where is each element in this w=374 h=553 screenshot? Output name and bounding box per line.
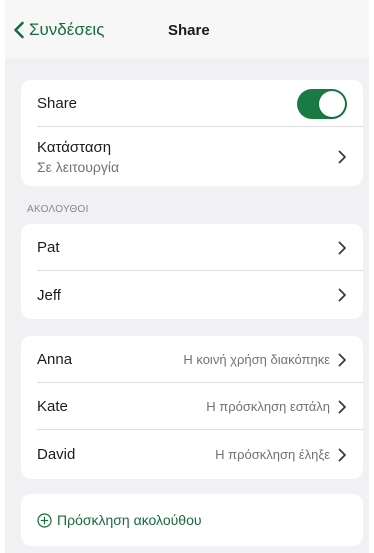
share-toggle[interactable] bbox=[297, 88, 347, 119]
invite-follower-button[interactable]: Πρόσκληση ακολούθου bbox=[37, 512, 202, 528]
follower-row[interactable]: Pat bbox=[21, 224, 363, 271]
status-value: Σε λειτουργία bbox=[37, 158, 120, 175]
invite-row[interactable]: Kate Η πρόσκληση εστάλη bbox=[21, 383, 363, 430]
invitee-name: Anna bbox=[37, 351, 73, 368]
page-title: Share bbox=[168, 22, 210, 39]
status-label: Κατάσταση bbox=[37, 138, 112, 156]
invite-status: Η κοινή χρήση διακόπηκε bbox=[183, 352, 330, 367]
invitee-name: David bbox=[37, 446, 76, 463]
invite-status: Η πρόσκληση εστάλη bbox=[206, 399, 330, 414]
back-button-label: Συνδέσεις bbox=[29, 20, 105, 39]
follower-row[interactable]: Jeff bbox=[21, 271, 363, 319]
chevron-right-icon bbox=[338, 150, 346, 163]
chevron-right-icon bbox=[338, 353, 346, 366]
invite-follower-card: Πρόσκληση ακολούθου bbox=[21, 494, 363, 546]
follower-name: Jeff bbox=[37, 286, 61, 304]
share-settings-card: Share Κατάσταση Σε λειτουργία bbox=[21, 80, 363, 186]
chevron-left-icon bbox=[14, 21, 24, 39]
invite-follower-label: Πρόσκληση ακολούθου bbox=[57, 512, 202, 528]
toggle-knob bbox=[319, 90, 345, 117]
share-toggle-row: Share bbox=[21, 80, 363, 127]
share-label: Share bbox=[37, 95, 78, 112]
invite-follower-row: Πρόσκληση ακολούθου bbox=[21, 494, 363, 546]
invite-status: Η πρόσκληση έληξε bbox=[215, 447, 330, 462]
back-button[interactable]: Συνδέσεις bbox=[13, 20, 104, 40]
navigation-bar: Συνδέσεις Share bbox=[5, 0, 369, 58]
share-screen: Συνδέσεις Share Share Κατάσταση Σε λειτο… bbox=[5, 0, 369, 553]
chevron-right-icon bbox=[338, 400, 346, 413]
follower-name: Pat bbox=[37, 239, 60, 256]
chevron-right-icon bbox=[338, 448, 346, 461]
invite-row[interactable]: Anna Η κοινή χρήση διακόπηκε bbox=[21, 336, 363, 383]
followers-card: Pat Jeff bbox=[21, 224, 363, 319]
add-circle-icon bbox=[37, 512, 52, 528]
invites-card: Anna Η κοινή χρήση διακόπηκε Kate Η πρόσ… bbox=[21, 336, 363, 479]
status-row[interactable]: Κατάσταση Σε λειτουργία bbox=[21, 127, 363, 186]
invitee-name: Kate bbox=[37, 398, 68, 415]
invite-row[interactable]: David Η πρόσκληση έληξε bbox=[21, 430, 363, 479]
followers-section-header: ΑΚΟΛΟΥΘΟΙ bbox=[27, 204, 89, 215]
chevron-right-icon bbox=[338, 288, 346, 302]
chevron-right-icon bbox=[338, 241, 346, 254]
